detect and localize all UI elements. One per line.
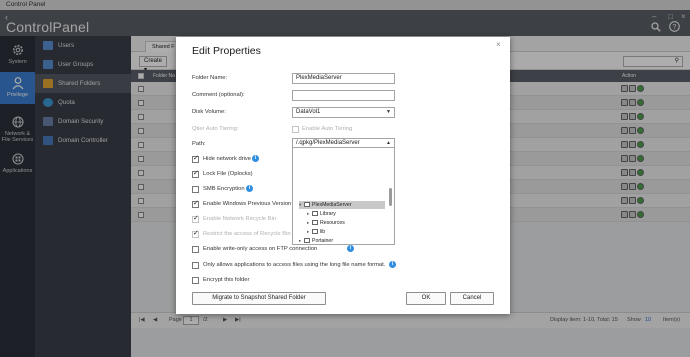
tree-node-selected[interactable]: ▾ PlexMediaServer <box>299 201 385 209</box>
folder-icon <box>312 229 318 234</box>
tree-scrollbar[interactable] <box>389 188 392 206</box>
comment-label: Comment (optional): <box>192 92 245 98</box>
ftp-write-only-label: Enable write-only access on FTP connecti… <box>203 246 318 252</box>
tree-node[interactable]: ▸ Resources <box>307 219 345 227</box>
disk-volume-value: DataVol1 <box>296 109 321 115</box>
disk-volume-select[interactable]: DataVol1 ▼ <box>292 107 395 118</box>
hide-network-drive-checkbox[interactable] <box>192 154 199 163</box>
previous-versions-checkbox[interactable] <box>192 199 199 208</box>
ftp-write-only-checkbox[interactable] <box>192 246 199 253</box>
tree-node-label: Resources <box>320 220 345 226</box>
info-icon[interactable]: i <box>347 245 354 252</box>
disk-volume-label: Disk Volume: <box>192 109 226 115</box>
folder-name-label: Folder Name: <box>192 75 228 81</box>
chevron-down-icon: ▼ <box>386 109 391 115</box>
qtier-option-label: Enable Auto Tiering <box>302 126 353 132</box>
ok-button[interactable]: OK <box>406 292 446 305</box>
restrict-recycle-bin-checkbox <box>192 229 199 238</box>
qtier-label: Qtier Auto Tiering: <box>192 126 239 132</box>
tree-node[interactable]: ▸ Portainer <box>299 237 333 245</box>
smb-encryption-label: SMB Encryption <box>203 186 245 192</box>
previous-versions-label: Enable Windows Previous Versions <box>203 201 291 207</box>
migrate-snapshot-button[interactable]: Migrate to Snapshot Shared Folder <box>192 292 326 305</box>
lock-file-label: Lock File (Oplocks) <box>203 171 253 177</box>
folder-tree-dropdown[interactable]: ▾ PlexMediaServer ▸ Library ▸ Resources ▸ li… <box>292 147 395 245</box>
encrypt-folder-label: Encrypt this folder <box>203 277 250 283</box>
hide-network-drive-label: Hide network drive <box>203 156 252 162</box>
restrict-recycle-bin-label: Restrict the access of Recycle Bin <box>203 231 291 237</box>
tree-node[interactable]: ▸ Library <box>307 210 336 218</box>
folder-icon <box>312 220 318 225</box>
close-icon[interactable]: × <box>496 40 501 49</box>
path-label: Path: <box>192 141 206 147</box>
info-icon[interactable]: i <box>246 185 253 192</box>
smb-encryption-checkbox[interactable] <box>192 186 199 193</box>
folder-icon <box>304 202 310 207</box>
folder-icon <box>304 238 310 243</box>
path-value: /.qpkg/PlexMediaServer <box>296 140 360 146</box>
recycle-bin-checkbox <box>192 214 199 223</box>
encrypt-folder-checkbox[interactable] <box>192 277 199 284</box>
dialog-title: Edit Properties <box>192 45 261 57</box>
tree-node-label: PlexMediaServer <box>312 202 352 208</box>
qtier-checkbox <box>292 126 299 133</box>
long-filename-label: Only allows applications to access files… <box>203 262 386 268</box>
tree-node-label: Library <box>320 211 336 217</box>
info-icon[interactable]: i <box>252 155 259 162</box>
lock-file-checkbox[interactable] <box>192 169 199 178</box>
tree-node-label: Portainer <box>312 238 334 244</box>
recycle-bin-label: Enable Network Recycle Bin <box>203 216 277 222</box>
folder-name-input[interactable]: PlexMediaServer <box>292 73 395 84</box>
folder-icon <box>312 211 318 216</box>
comment-input[interactable] <box>292 90 395 101</box>
info-icon[interactable]: i <box>389 261 396 268</box>
edit-properties-dialog: Edit Properties × Folder Name: PlexMedia… <box>176 37 510 314</box>
long-filename-checkbox[interactable] <box>192 262 199 269</box>
tree-node-label: lib <box>320 229 326 235</box>
cancel-button[interactable]: Cancel <box>450 292 494 305</box>
tree-node[interactable]: ▸ lib <box>307 228 325 236</box>
